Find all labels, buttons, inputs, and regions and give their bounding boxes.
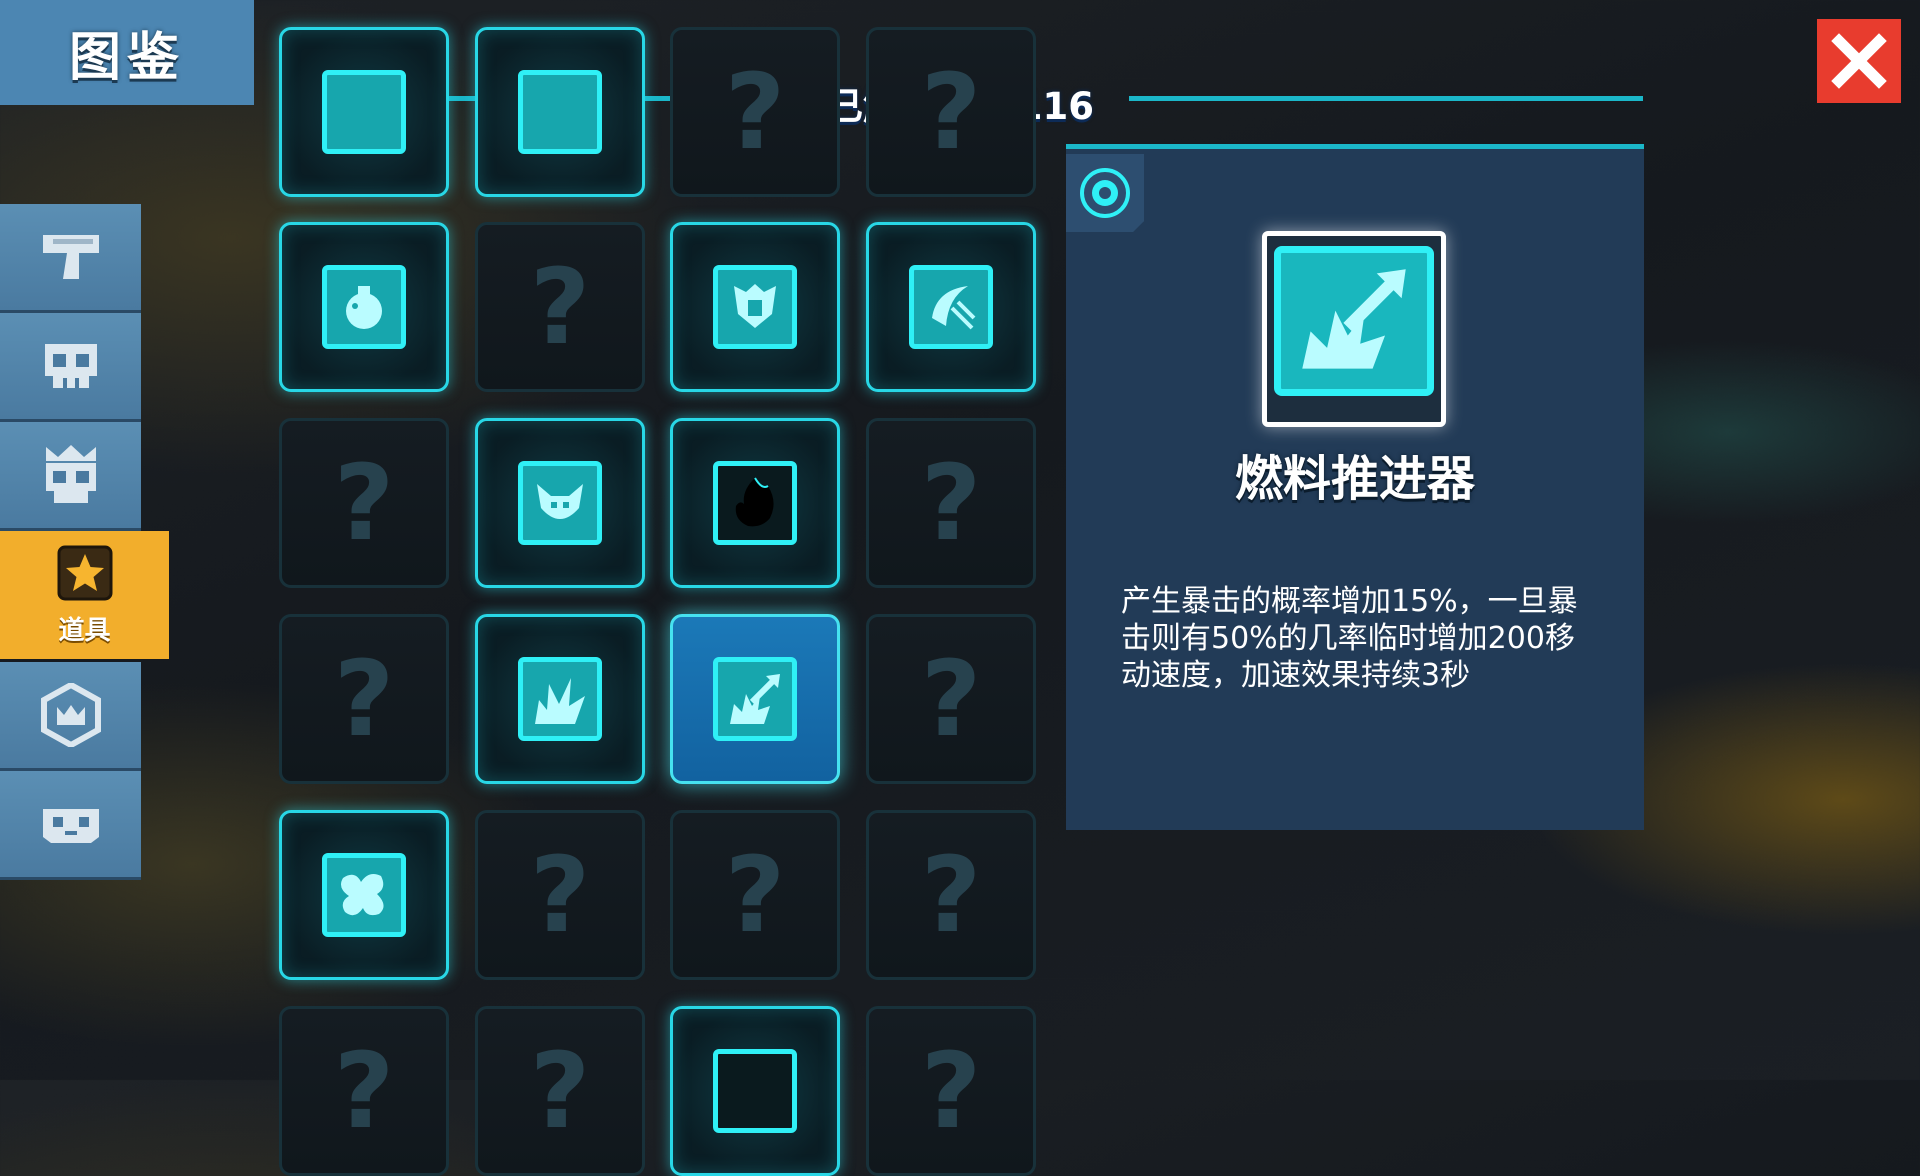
horned-face-icon xyxy=(537,484,583,519)
item-cell-locked[interactable]: ? xyxy=(866,810,1036,980)
item-cell[interactable] xyxy=(670,1006,840,1176)
item-name: 燃料推进器 xyxy=(1234,451,1475,507)
item-icon xyxy=(518,461,602,545)
locked-question-mark: ? xyxy=(333,638,395,760)
locked-question-mark: ? xyxy=(724,834,786,956)
item-cell-locked[interactable]: ? xyxy=(279,1006,449,1176)
item-cell-selected[interactable] xyxy=(670,614,840,784)
item-cell-locked[interactable]: ? xyxy=(279,418,449,588)
item-icon xyxy=(713,265,797,349)
locked-question-mark: ? xyxy=(529,834,591,956)
item-cell-locked[interactable]: ? xyxy=(475,222,645,392)
rarity-badge xyxy=(1066,154,1144,232)
item-icon xyxy=(713,1049,797,1133)
item-cell[interactable] xyxy=(279,222,449,392)
item-cell[interactable] xyxy=(279,810,449,980)
locked-question-mark: ? xyxy=(333,1030,395,1152)
locked-question-mark: ? xyxy=(333,442,395,564)
item-detail-panel: 燃料推进器 产生暴击的概率增加15%，一旦暴击则有50%的几率临时增加200移动… xyxy=(1066,144,1644,830)
locked-question-mark: ? xyxy=(724,51,786,173)
item-cell[interactable] xyxy=(670,222,840,392)
item-cell[interactable] xyxy=(670,418,840,588)
item-cell-locked[interactable]: ? xyxy=(866,614,1036,784)
item-cell-locked[interactable]: ? xyxy=(475,1006,645,1176)
item-cell[interactable] xyxy=(866,222,1036,392)
item-icon xyxy=(518,657,602,741)
item-description: 产生暴击的概率增加15%，一旦暴击则有50%的几率临时增加200移动速度，加速效… xyxy=(1121,584,1578,693)
item-cell[interactable] xyxy=(475,418,645,588)
locked-question-mark: ? xyxy=(920,638,982,760)
target-icon xyxy=(1080,168,1130,218)
locked-question-mark: ? xyxy=(529,1030,591,1152)
item-cell-locked[interactable]: ? xyxy=(279,614,449,784)
item-icon xyxy=(322,853,406,937)
item-grid: ? ? ? ? ? ? ? ? ? ? ? ? ? xyxy=(0,0,1050,1176)
detail-item-icon xyxy=(1274,246,1434,396)
item-icon xyxy=(713,657,797,741)
item-cell-locked[interactable]: ? xyxy=(670,27,840,197)
item-icon xyxy=(322,265,406,349)
fuel-booster-icon xyxy=(730,674,780,724)
slash-icon xyxy=(932,286,976,330)
locked-question-mark: ? xyxy=(529,246,591,368)
item-cell-locked[interactable]: ? xyxy=(866,1006,1036,1176)
item-cell[interactable] xyxy=(475,614,645,784)
detail-icon-frame xyxy=(1262,231,1446,427)
locked-question-mark: ? xyxy=(920,1030,982,1152)
burst-icon xyxy=(535,678,585,724)
item-cell-locked[interactable]: ? xyxy=(866,418,1036,588)
close-button[interactable] xyxy=(1817,19,1901,103)
item-icon xyxy=(909,265,993,349)
item-cell[interactable] xyxy=(279,27,449,197)
item-icon xyxy=(518,70,602,154)
item-icon xyxy=(322,70,406,154)
item-icon xyxy=(713,461,797,545)
header-line-right xyxy=(1129,96,1643,101)
locked-question-mark: ? xyxy=(920,834,982,956)
locked-question-mark: ? xyxy=(920,442,982,564)
close-icon xyxy=(1831,33,1887,89)
item-cell-locked[interactable]: ? xyxy=(475,810,645,980)
item-cell-locked[interactable]: ? xyxy=(670,810,840,980)
item-cell[interactable] xyxy=(475,27,645,197)
potion-icon xyxy=(346,286,382,329)
splat-icon xyxy=(341,874,384,916)
fuel-booster-icon xyxy=(1302,269,1406,369)
locked-question-mark: ? xyxy=(920,51,982,173)
flame-icon xyxy=(735,477,774,527)
item-cell-locked[interactable]: ? xyxy=(866,27,1036,197)
armor-icon xyxy=(734,284,776,328)
